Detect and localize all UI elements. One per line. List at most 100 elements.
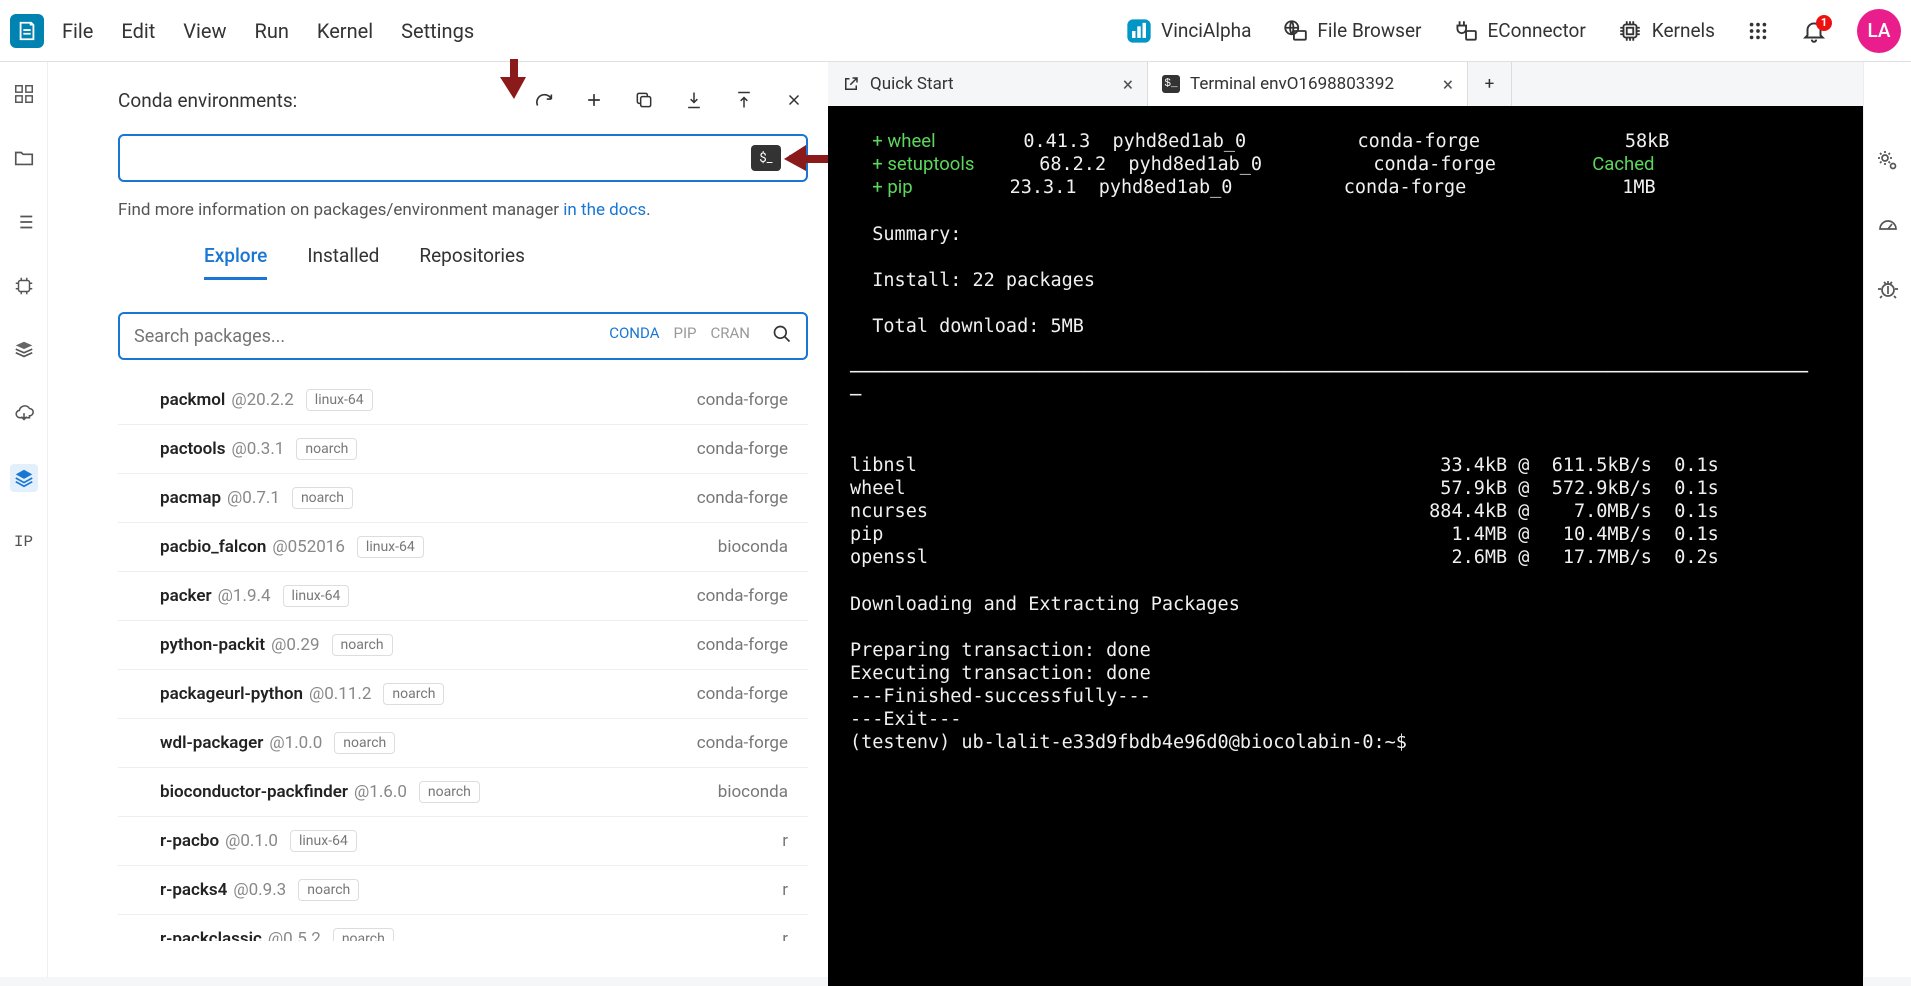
sidebar-layers-icon[interactable] xyxy=(10,464,38,492)
tab-installed[interactable]: Installed xyxy=(307,244,379,280)
package-version: @0.5.2 xyxy=(268,929,321,941)
annotation-arrow-down xyxy=(500,59,528,99)
package-row[interactable]: packageurl-python @0.11.2noarchconda-for… xyxy=(118,670,808,719)
top-right-controls: VinciAlpha File Browser EConnector Kerne… xyxy=(1125,9,1901,53)
package-version: @0.3.1 xyxy=(231,439,284,459)
package-search[interactable]: CONDA PIP CRAN xyxy=(118,312,808,360)
package-name: python-packit xyxy=(160,635,265,655)
refresh-button[interactable] xyxy=(530,86,558,114)
sidebar-list-icon[interactable] xyxy=(10,208,38,236)
package-channel: conda-forge xyxy=(697,439,788,459)
package-arch: noarch xyxy=(292,487,353,509)
tab-repositories[interactable]: Repositories xyxy=(419,244,525,280)
package-version: @0.29 xyxy=(271,635,319,655)
service-label: File Browser xyxy=(1317,19,1421,42)
package-arch: noarch xyxy=(333,928,394,941)
source-conda[interactable]: CONDA xyxy=(609,324,659,348)
package-version: @052016 xyxy=(272,537,345,557)
package-list[interactable]: packmol @20.2.2linux-64conda-forgepactoo… xyxy=(118,376,808,941)
package-version: @1.0.0 xyxy=(269,733,322,753)
main-menu: File Edit View Run Kernel Settings xyxy=(62,19,474,43)
service-econnector[interactable]: EConnector xyxy=(1451,17,1585,45)
package-row[interactable]: pacmap @0.7.1noarchconda-forge xyxy=(118,474,808,523)
tab-label: Quick Start xyxy=(870,74,954,94)
plug-icon xyxy=(1451,17,1479,45)
docs-link[interactable]: in the docs xyxy=(563,200,646,220)
package-row[interactable]: packmol @20.2.2linux-64conda-forge xyxy=(118,376,808,425)
package-version: @0.9.3 xyxy=(233,880,286,900)
package-name: r-packs4 xyxy=(160,880,227,900)
source-pip[interactable]: PIP xyxy=(673,324,696,348)
app-logo[interactable] xyxy=(10,14,44,48)
right-gauge-icon[interactable] xyxy=(1874,211,1902,239)
package-row[interactable]: r-pacbo @0.1.0linux-64r xyxy=(118,817,808,866)
terminal-output[interactable]: + wheel 0.41.3 pyhd8ed1ab_0 conda-forge … xyxy=(828,106,1863,986)
package-row[interactable]: packer @1.9.4linux-64conda-forge xyxy=(118,572,808,621)
environment-selector[interactable]: $_ ▾ xyxy=(118,134,808,182)
package-arch: linux-64 xyxy=(306,389,373,411)
right-sidebar xyxy=(1863,62,1911,977)
tab-terminal[interactable]: $_ Terminal envO1698803392 × xyxy=(1148,62,1468,106)
sidebar-chip-icon[interactable] xyxy=(10,272,38,300)
package-row[interactable]: wdl-packager @1.0.0noarchconda-forge xyxy=(118,719,808,768)
sidebar-stack-icon[interactable] xyxy=(10,336,38,364)
package-name: packmol xyxy=(160,390,225,410)
package-arch: linux-64 xyxy=(357,536,424,558)
notifications-button[interactable]: 1 xyxy=(1801,18,1827,44)
menu-run[interactable]: Run xyxy=(255,19,289,43)
service-label: Kernels xyxy=(1652,19,1715,42)
service-filebrowser[interactable]: File Browser xyxy=(1281,17,1421,45)
user-avatar[interactable]: LA xyxy=(1857,9,1901,53)
menu-file[interactable]: File xyxy=(62,19,93,43)
right-bug-icon[interactable] xyxy=(1874,275,1902,303)
sidebar-cloud-icon[interactable] xyxy=(10,400,38,428)
menu-settings[interactable]: Settings xyxy=(401,19,474,43)
package-name: packageurl-python xyxy=(160,684,303,704)
tab-explore[interactable]: Explore xyxy=(204,244,267,280)
sidebar-ip-tool[interactable]: IP xyxy=(10,528,38,556)
export-button[interactable] xyxy=(730,86,758,114)
add-env-button[interactable] xyxy=(580,86,608,114)
menu-kernel[interactable]: Kernel xyxy=(317,19,373,43)
menu-view[interactable]: View xyxy=(183,19,226,43)
package-arch: linux-64 xyxy=(290,830,357,852)
tab-quickstart[interactable]: Quick Start × xyxy=(828,62,1148,106)
notification-badge: 1 xyxy=(1816,15,1832,31)
tab-close-button[interactable]: × xyxy=(1123,73,1133,96)
package-row[interactable]: r-packclassic @0.5.2noarchr xyxy=(118,915,808,941)
source-cran[interactable]: CRAN xyxy=(711,324,751,348)
terminal-badge-icon: $_ xyxy=(751,145,781,171)
package-row[interactable]: r-packs4 @0.9.3noarchr xyxy=(118,866,808,915)
package-row[interactable]: pactools @0.3.1noarchconda-forge xyxy=(118,425,808,474)
chip-icon xyxy=(1616,17,1644,45)
search-icon[interactable] xyxy=(772,324,792,348)
tab-close-button[interactable]: × xyxy=(1443,73,1453,96)
package-version: @0.11.2 xyxy=(309,684,371,704)
sidebar-folder-icon[interactable] xyxy=(10,144,38,172)
info-text: Find more information on packages/enviro… xyxy=(118,200,808,220)
conda-title: Conda environments: xyxy=(118,89,297,112)
package-channel: conda-forge xyxy=(697,390,788,410)
package-version: @1.6.0 xyxy=(354,782,407,802)
package-row[interactable]: pacbio_falcon @052016linux-64bioconda xyxy=(118,523,808,572)
package-channel: bioconda xyxy=(718,782,788,802)
search-input[interactable] xyxy=(134,326,609,347)
sidebar-grid-icon[interactable] xyxy=(10,80,38,108)
package-channel: conda-forge xyxy=(697,586,788,606)
chart-icon xyxy=(1125,17,1153,45)
package-row[interactable]: bioconductor-packfinder @1.6.0noarchbioc… xyxy=(118,768,808,817)
conda-tabs: Explore Installed Repositories xyxy=(204,244,808,280)
service-vincialpha[interactable]: VinciAlpha xyxy=(1125,17,1251,45)
package-arch: noarch xyxy=(332,634,393,656)
clone-button[interactable] xyxy=(630,86,658,114)
package-row[interactable]: python-packit @0.29noarchconda-forge xyxy=(118,621,808,670)
import-button[interactable] xyxy=(680,86,708,114)
package-version: @0.7.1 xyxy=(227,488,280,508)
tab-add-button[interactable]: + xyxy=(1468,62,1512,106)
package-name: bioconductor-packfinder xyxy=(160,782,348,802)
close-panel-button[interactable] xyxy=(780,86,808,114)
service-kernels[interactable]: Kernels xyxy=(1616,17,1715,45)
apps-grid-button[interactable] xyxy=(1745,18,1771,44)
menu-edit[interactable]: Edit xyxy=(121,19,155,43)
right-gear-icon[interactable] xyxy=(1874,147,1902,175)
